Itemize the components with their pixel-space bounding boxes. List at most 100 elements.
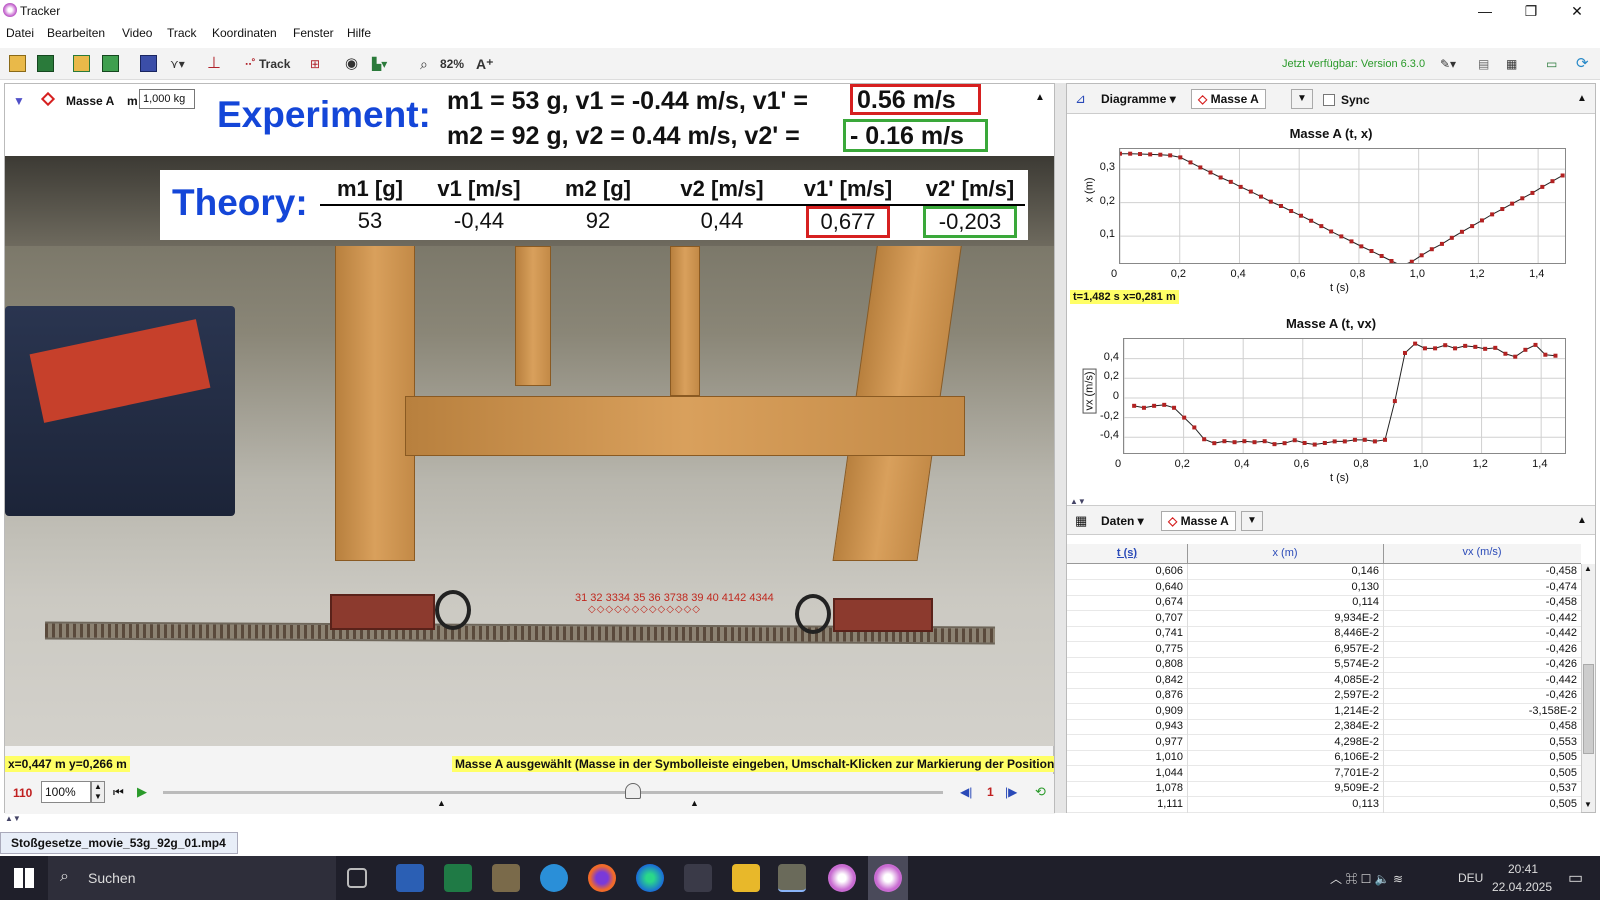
edit-pencil-icon[interactable]: ✎▾: [1440, 54, 1456, 74]
taskbar-search-box[interactable]: ⌕ Suchen: [48, 856, 336, 900]
data-point[interactable]: [1172, 405, 1177, 410]
split-pane-arrows-icon[interactable]: ▲▼: [5, 814, 21, 823]
menu-koordinaten[interactable]: Koordinaten: [212, 26, 277, 40]
data-point[interactable]: [1202, 437, 1207, 442]
data-point[interactable]: [1449, 235, 1454, 240]
data-point[interactable]: [1413, 341, 1418, 346]
data-point[interactable]: [1433, 346, 1438, 351]
menu-datei[interactable]: Datei: [6, 26, 34, 40]
data-point[interactable]: [1208, 170, 1213, 175]
data-point[interactable]: [1543, 352, 1548, 357]
save-icon[interactable]: [37, 55, 54, 72]
data-chart-icon[interactable]: ▙▾: [372, 54, 387, 74]
data-point[interactable]: [1198, 165, 1203, 170]
data-point[interactable]: [1252, 440, 1257, 445]
data-point[interactable]: [1309, 218, 1314, 223]
zoom-level[interactable]: 82%: [440, 54, 464, 74]
data-point[interactable]: [1152, 403, 1157, 408]
table-row[interactable]: 0,640 0,130 -0,474: [1067, 579, 1581, 596]
loop-icon[interactable]: ⟲: [1035, 784, 1046, 800]
data-point[interactable]: [1282, 441, 1287, 446]
zoom-icon[interactable]: ⌕: [420, 54, 428, 74]
task-view-icon[interactable]: [347, 868, 367, 888]
data-point[interactable]: [1329, 229, 1334, 234]
data-point[interactable]: [1132, 403, 1137, 408]
collapse-arrow-icon[interactable]: ▲: [1577, 93, 1587, 104]
data-point[interactable]: [1342, 439, 1347, 444]
data-point[interactable]: [1459, 229, 1464, 234]
data-point[interactable]: [1520, 196, 1525, 201]
clip-settings-icon[interactable]: [140, 55, 157, 72]
data-point[interactable]: [1443, 343, 1448, 348]
table-row[interactable]: 0,606 0,146 -0,458: [1067, 564, 1581, 580]
windows-start-icon[interactable]: [14, 868, 34, 888]
data-point[interactable]: [1222, 439, 1227, 444]
tracker-icon[interactable]: [874, 864, 902, 892]
data-point[interactable]: [1268, 199, 1273, 204]
table-row[interactable]: 0,842 4,085E-2 -0,442: [1067, 672, 1581, 689]
plot1-area[interactable]: [1118, 148, 1566, 268]
maximize-button[interactable]: ❐: [1508, 0, 1554, 22]
file-explorer-icon[interactable]: [732, 864, 760, 892]
col-header-x[interactable]: x (m): [1187, 547, 1383, 559]
table-row[interactable]: 1,010 6,106E-2 0,505: [1067, 750, 1581, 766]
data-point[interactable]: [1560, 173, 1565, 178]
open-video-icon[interactable]: [73, 55, 90, 72]
data-point[interactable]: [1383, 437, 1388, 442]
data-point[interactable]: [1369, 249, 1374, 254]
table-row[interactable]: 0,741 8,446E-2 -0,442: [1067, 626, 1581, 642]
menu-hilfe[interactable]: Hilfe: [347, 26, 371, 40]
data-point[interactable]: [1550, 179, 1555, 184]
rate-spinner[interactable]: ▲ ▼: [91, 781, 105, 803]
data-point[interactable]: [1359, 244, 1364, 249]
data-point[interactable]: [1232, 440, 1237, 445]
data-point[interactable]: [1339, 234, 1344, 239]
data-point[interactable]: [1379, 253, 1384, 258]
font-size-icon[interactable]: A⁺: [476, 54, 494, 74]
data-point[interactable]: [1188, 160, 1193, 165]
table-row[interactable]: 1,078 9,509E-2 0,537: [1067, 781, 1581, 797]
table-row[interactable]: 1,111 0,113 0,505: [1067, 796, 1581, 813]
data-point[interactable]: [1500, 207, 1505, 212]
calibration-tool-icon[interactable]: ⋎▾: [170, 54, 185, 74]
visibility-eye-icon[interactable]: ◉: [345, 54, 358, 74]
table-row[interactable]: 0,943 2,384E-2 0,458: [1067, 719, 1581, 735]
data-point[interactable]: [1182, 415, 1187, 420]
data-point[interactable]: [1429, 247, 1434, 252]
scroll-up-icon[interactable]: ▲: [1584, 564, 1592, 573]
data-point[interactable]: [1218, 175, 1223, 180]
data-point[interactable]: [1463, 343, 1468, 348]
data-point[interactable]: [1362, 437, 1367, 442]
data-point[interactable]: [1322, 440, 1327, 445]
data-point[interactable]: [1439, 241, 1444, 246]
data-point[interactable]: [1319, 224, 1324, 229]
table-row[interactable]: 0,674 0,114 -0,458: [1067, 595, 1581, 611]
plot2-area[interactable]: [1123, 338, 1566, 454]
step-forward-icon[interactable]: |▶: [1005, 785, 1017, 799]
clip-end-marker[interactable]: ▲: [690, 798, 699, 808]
data-point[interactable]: [1422, 346, 1427, 351]
data-point[interactable]: [1479, 218, 1484, 223]
play-icon[interactable]: ▶: [137, 784, 147, 800]
plot-dropdown[interactable]: Diagramme ▾: [1101, 92, 1176, 106]
tray-icons[interactable]: ︿ ⌘ ☐ 🔈 ≋: [1330, 870, 1403, 887]
menu-fenster[interactable]: Fenster: [293, 26, 334, 40]
table-row[interactable]: 0,977 4,298E-2 0,553: [1067, 734, 1581, 751]
rewind-icon[interactable]: ⏮: [113, 785, 124, 800]
collapse-arrow-icon[interactable]: ▲: [1577, 515, 1587, 526]
data-point[interactable]: [1192, 425, 1197, 430]
table-scrollbar[interactable]: ▲ ▼: [1581, 564, 1595, 812]
data-point[interactable]: [1289, 209, 1294, 214]
data-point[interactable]: [1352, 437, 1357, 442]
step-back-icon[interactable]: ◀|: [960, 785, 972, 799]
track-menu-icon[interactable]: ▼: [13, 94, 25, 108]
table-dropdown[interactable]: Daten ▾: [1101, 514, 1144, 528]
excel-icon[interactable]: [444, 864, 472, 892]
data-point[interactable]: [1242, 439, 1247, 444]
ruler-icon[interactable]: ▭: [1546, 54, 1557, 74]
data-point[interactable]: [1302, 440, 1307, 445]
data-point[interactable]: [1168, 153, 1173, 158]
track-control-icon[interactable]: ⊞: [310, 54, 320, 74]
app-icon[interactable]: [684, 864, 712, 892]
dropdown-arrow-icon[interactable]: ▼: [1291, 89, 1313, 109]
